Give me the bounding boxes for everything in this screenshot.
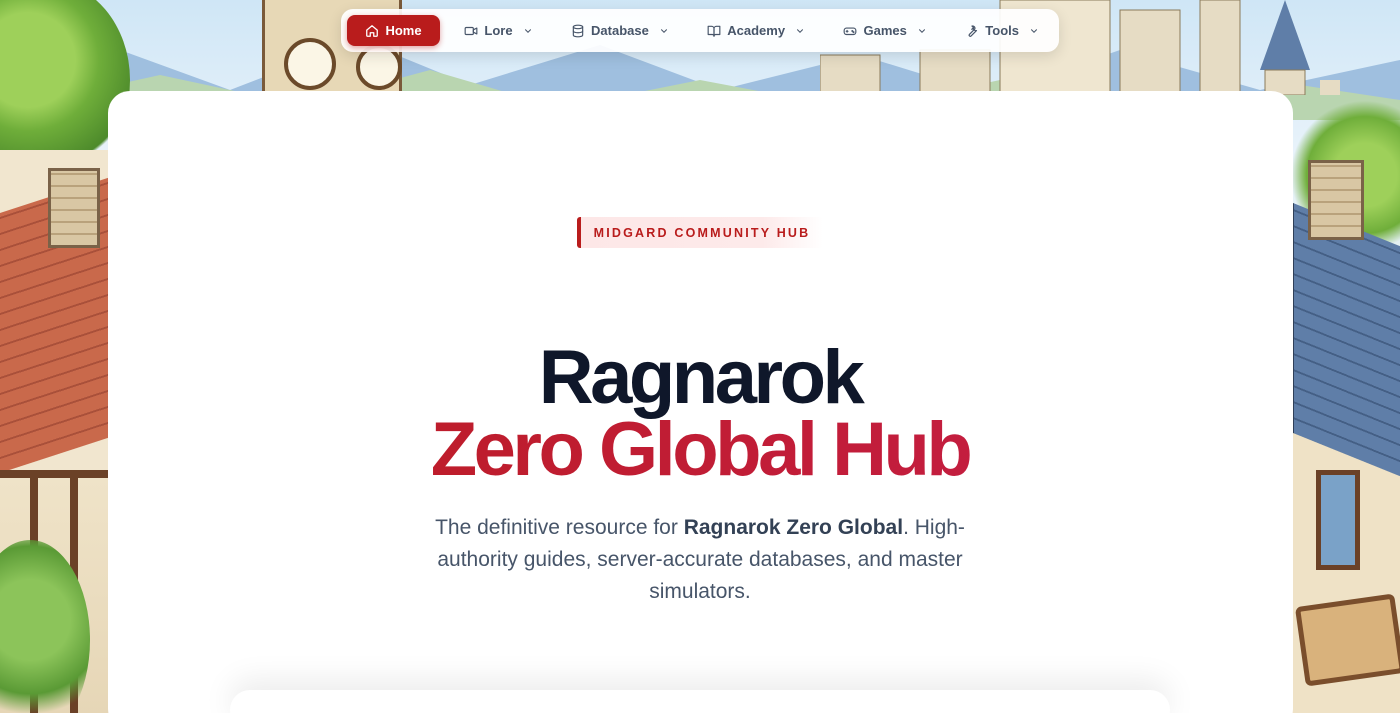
hero-subtitle: The definitive resource for Ragnarok Zer… — [400, 512, 1000, 608]
nav-item-database[interactable]: Database — [557, 15, 683, 46]
subtitle-prefix: The definitive resource for — [435, 516, 684, 539]
community-badge: MIDGARD COMMUNITY HUB — [577, 217, 823, 248]
gamepad-icon — [844, 27, 857, 35]
nav-item-academy[interactable]: Academy — [693, 15, 819, 46]
page-title-line2: Zero Global Hub — [0, 406, 1400, 493]
chevron-down-icon — [660, 28, 667, 33]
wrench-icon — [968, 24, 978, 37]
nav-item-lore[interactable]: Lore — [450, 15, 546, 46]
database-icon — [572, 24, 584, 37]
chevron-down-icon — [797, 28, 804, 33]
nav-item-tools[interactable]: Tools — [951, 15, 1053, 46]
chevron-down-icon — [524, 28, 531, 33]
shop-sign — [1294, 593, 1400, 687]
nav-label: Lore — [484, 23, 513, 38]
home-icon — [366, 24, 379, 37]
chimney-left — [48, 168, 100, 248]
nav-item-home[interactable]: Home — [347, 15, 440, 46]
nav-item-games[interactable]: Games — [829, 15, 940, 46]
nav-label: Games — [863, 23, 907, 38]
chimney-right — [1308, 160, 1364, 240]
nav-label: Database — [591, 23, 649, 38]
nav-label: Academy — [727, 23, 786, 38]
video-icon — [465, 26, 478, 35]
chevron-down-icon — [1030, 28, 1038, 33]
subtitle-bold: Ragnarok Zero Global — [683, 516, 904, 539]
nav-label: Tools — [985, 23, 1019, 38]
top-navigation: Home Lore Database Academy Games Tools — [341, 9, 1059, 52]
nav-label: Home — [385, 23, 422, 38]
content-panel-top — [230, 690, 1170, 713]
clock-face — [284, 38, 336, 90]
chevron-down-icon — [918, 28, 925, 33]
book-open-icon — [707, 25, 721, 37]
